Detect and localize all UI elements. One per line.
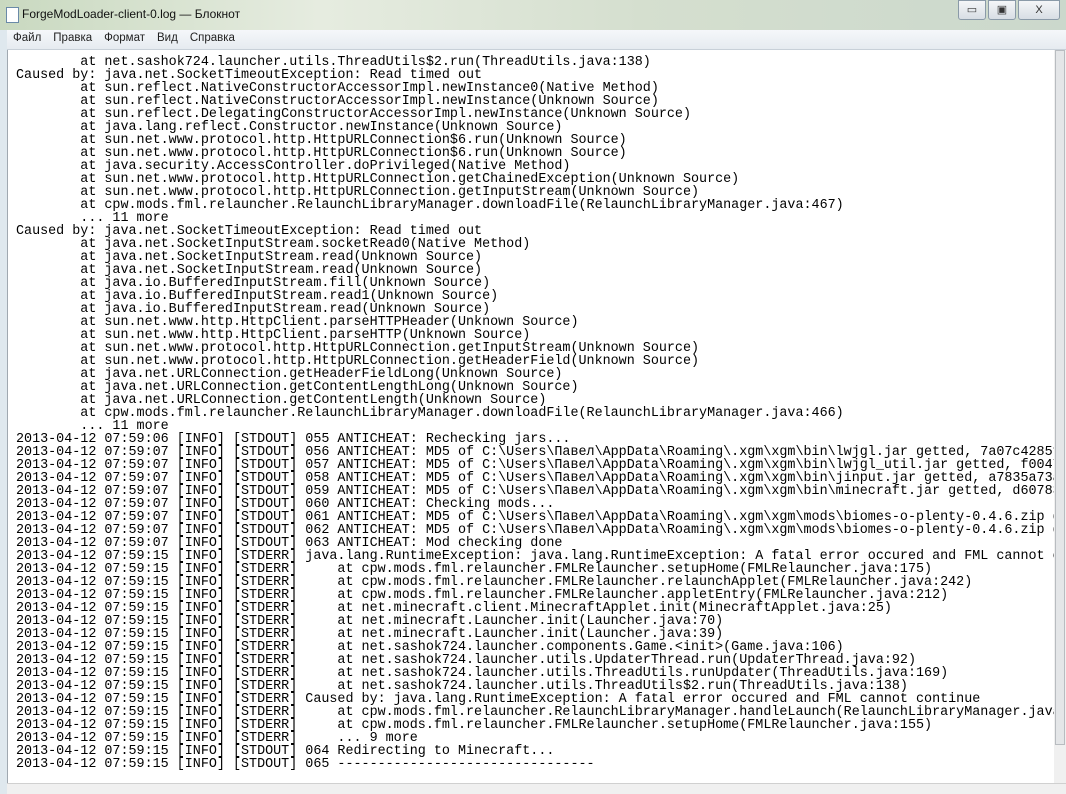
- notepad-icon: [6, 7, 19, 23]
- menu-format[interactable]: Формат: [98, 30, 151, 49]
- menu-help[interactable]: Справка: [184, 30, 241, 49]
- close-button[interactable]: X: [1018, 0, 1060, 20]
- log-line: at cpw.mods.fml.relauncher.RelaunchLibra…: [16, 406, 844, 421]
- log-line: at cpw.mods.fml.relauncher.RelaunchLibra…: [16, 198, 844, 213]
- menu-file[interactable]: Файл: [7, 30, 47, 49]
- vertical-scrollbar[interactable]: [1054, 50, 1066, 783]
- title-bar: ForgeModLoader-client-0.log — Блокнот ▭ …: [0, 0, 1066, 30]
- window-title: ForgeModLoader-client-0.log — Блокнот: [22, 7, 241, 21]
- minimize-button[interactable]: ▭: [958, 0, 986, 20]
- text-editor[interactable]: at net.sashok724.launcher.utils.ThreadUt…: [7, 50, 1055, 783]
- menu-edit[interactable]: Правка: [47, 30, 98, 49]
- menu-bar: Файл Правка Формат Вид Справка: [7, 30, 1066, 50]
- horizontal-scrollbar[interactable]: [7, 783, 1066, 794]
- menu-view[interactable]: Вид: [151, 30, 184, 49]
- maximize-button[interactable]: ▣: [988, 0, 1016, 20]
- scroll-thumb[interactable]: [1055, 50, 1065, 745]
- log-text[interactable]: at net.sashok724.launcher.utils.ThreadUt…: [8, 50, 1055, 771]
- log-line: 2013-04-12 07:59:15 [INFO] [STDOUT] 065 …: [16, 757, 595, 772]
